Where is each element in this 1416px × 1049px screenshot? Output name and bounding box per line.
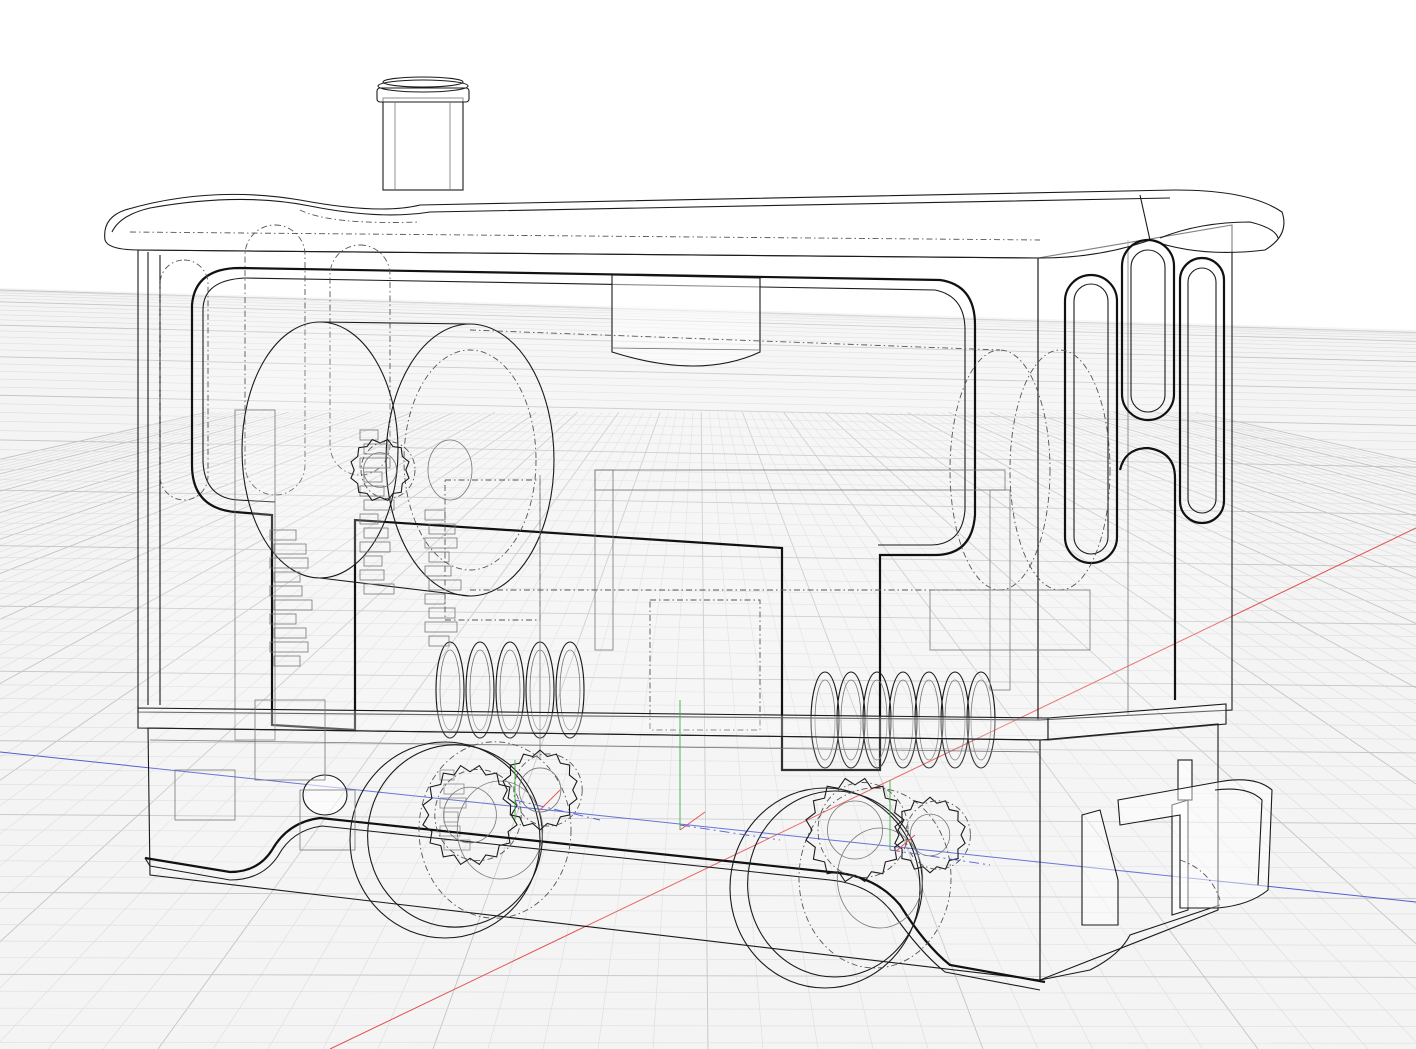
3d-viewport[interactable]: [0, 0, 1416, 1049]
cab-upper-hatch: [611, 274, 761, 367]
cab-roof: [104, 189, 1285, 259]
scene-canvas: [0, 76, 1416, 1049]
chimney: [376, 76, 470, 191]
locomotive-model[interactable]: [104, 76, 1285, 991]
